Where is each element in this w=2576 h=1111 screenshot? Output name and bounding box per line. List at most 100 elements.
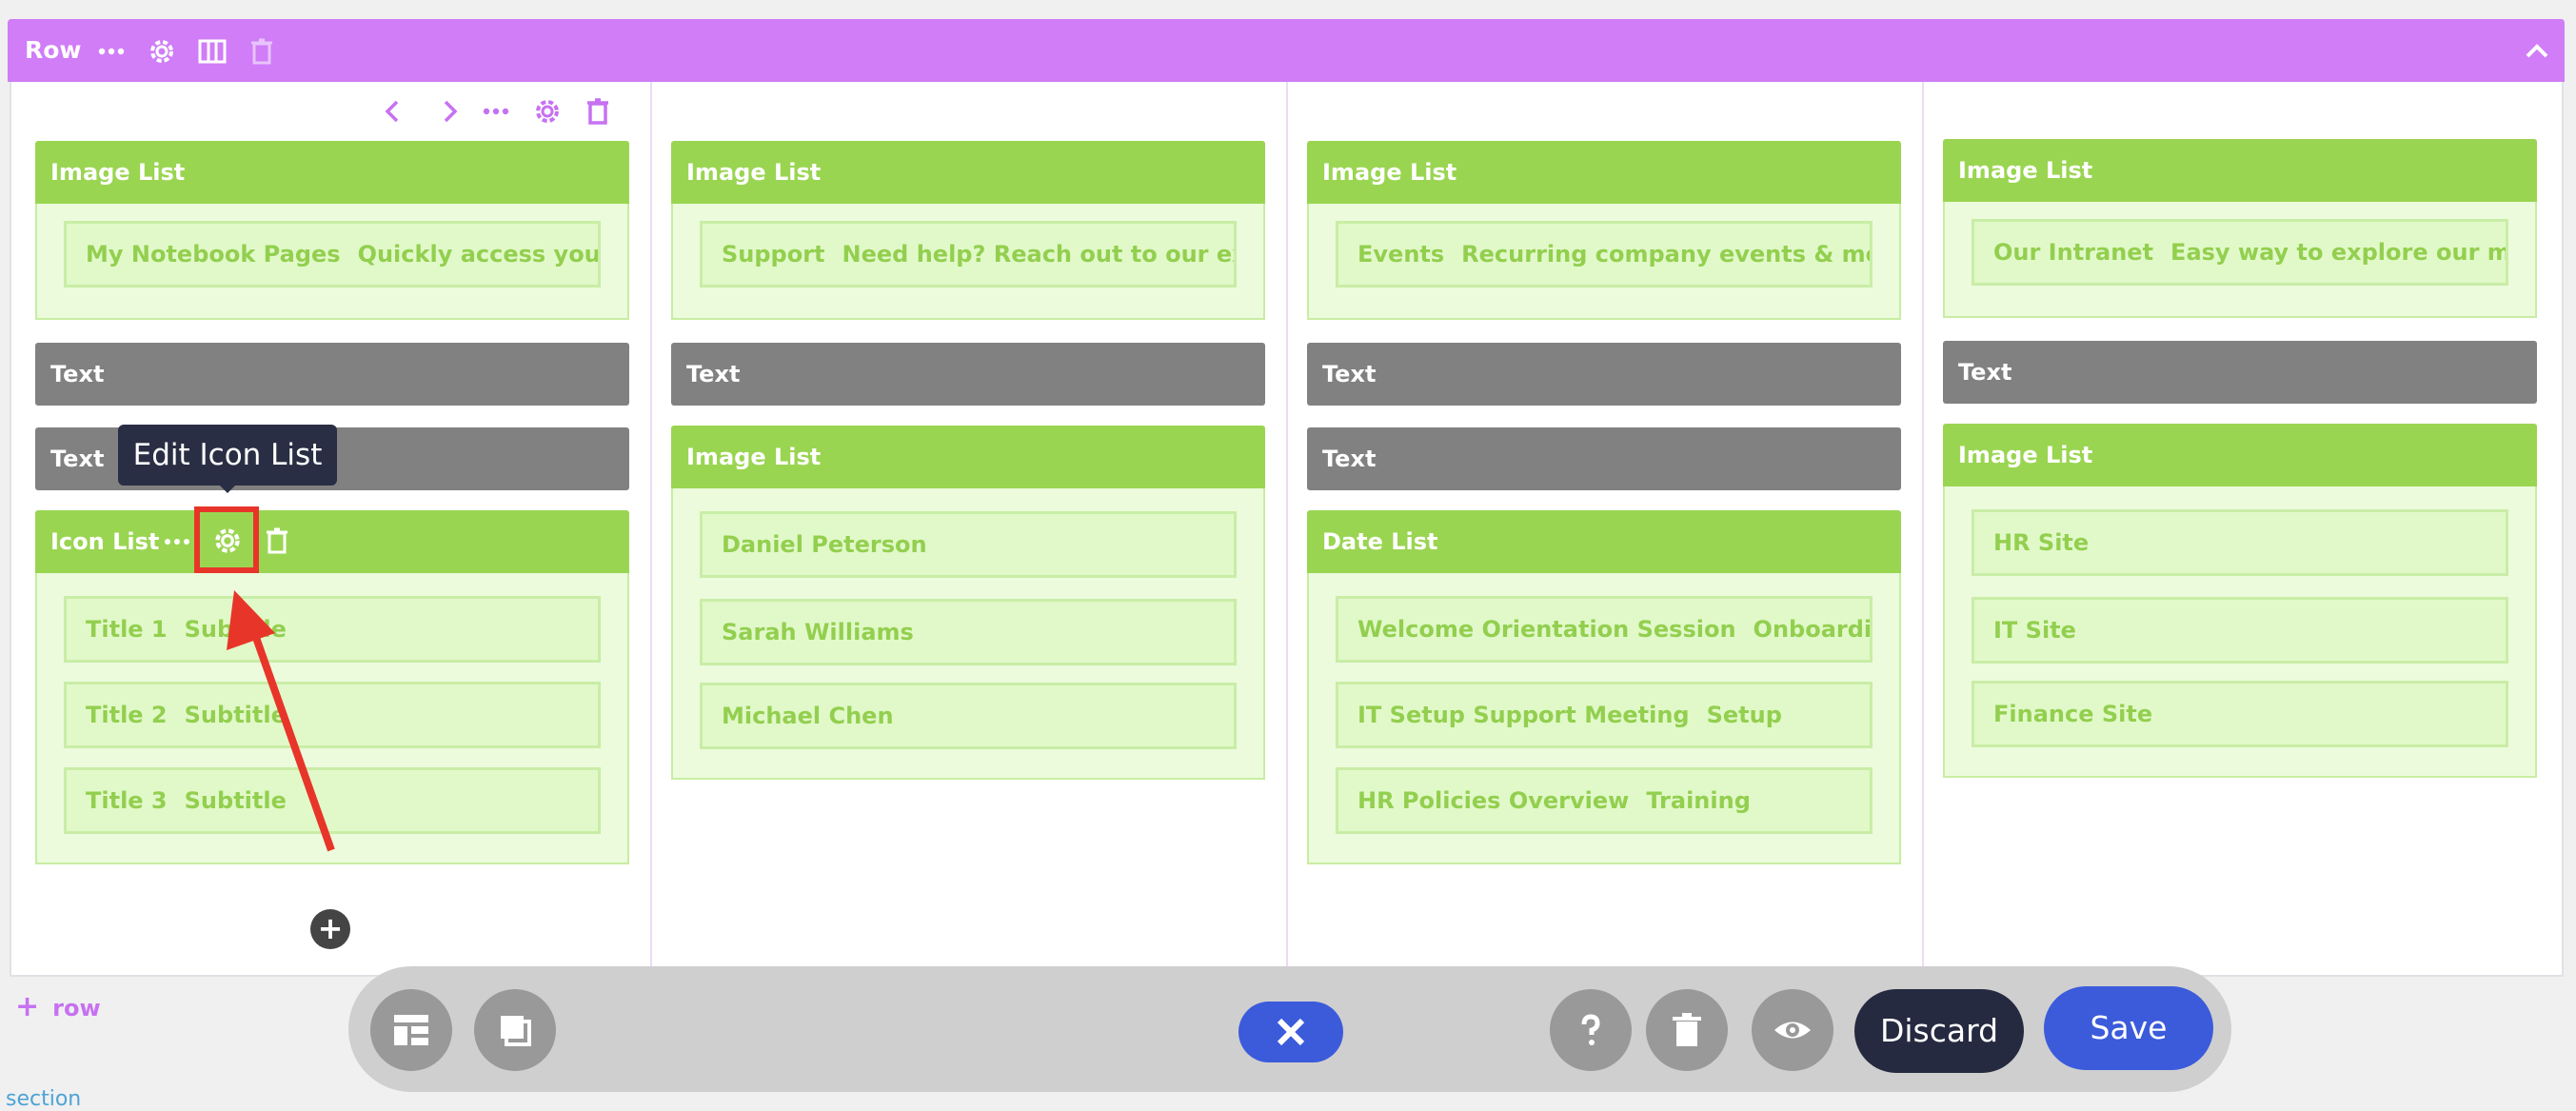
list-item[interactable]: Daniel Peterson	[700, 511, 1237, 578]
list-item[interactable]: HR Policies Overview Training	[1336, 767, 1873, 834]
module-body: Our Intranet Easy way to explore our most…	[1943, 202, 2537, 318]
text-module[interactable]: Text	[1307, 343, 1901, 406]
list-item[interactable]: HR Site	[1972, 509, 2508, 576]
image-list-module[interactable]: Image List Events Recurring company event…	[1307, 141, 1901, 320]
list-item[interactable]: Sarah Williams	[700, 599, 1237, 665]
add-module-button[interactable]: +	[310, 909, 350, 949]
list-item[interactable]: Our Intranet Easy way to explore our most…	[1972, 219, 2508, 286]
list-item[interactable]: Title 1 Subtitle	[64, 596, 601, 663]
chevron-up-icon[interactable]	[2521, 35, 2553, 68]
list-item[interactable]: Events Recurring company events & meeti..…	[1336, 221, 1873, 288]
module-body: Support Need help? Reach out to our exper…	[671, 204, 1265, 320]
list-item[interactable]: IT Site	[1972, 597, 2508, 664]
more-dots-icon[interactable]	[95, 35, 128, 68]
layout-button[interactable]	[370, 989, 452, 1071]
section-link[interactable]: section	[6, 1087, 81, 1111]
row-label: Row	[25, 36, 82, 64]
more-dots-icon[interactable]	[162, 527, 194, 556]
text-module[interactable]: Text	[1307, 427, 1901, 490]
preview-button[interactable]	[1752, 989, 1833, 1071]
close-icon	[1277, 1018, 1305, 1046]
gear-icon[interactable]	[146, 35, 178, 68]
copy-button[interactable]	[474, 989, 556, 1071]
item-subtitle: Training	[1646, 787, 1751, 814]
columns-icon[interactable]	[196, 35, 228, 68]
help-icon	[1581, 1014, 1600, 1045]
module-body: HR Site IT Site Finance Site	[1943, 486, 2537, 778]
module-body: Welcome Orientation Session Onboarding IT…	[1307, 573, 1901, 864]
list-item[interactable]: Title 2 Subtitle	[64, 682, 601, 748]
text-module[interactable]: Text	[1943, 341, 2537, 404]
item-title: Support	[722, 241, 825, 268]
module-title: Icon List	[35, 510, 629, 573]
column-divider	[1286, 82, 1288, 967]
trash-icon[interactable]	[261, 524, 293, 558]
image-list-module[interactable]: Image List My Notebook Pages Quickly acce…	[35, 141, 629, 320]
item-subtitle: Recurring company events & meeti...	[1461, 241, 1870, 268]
more-dots-icon[interactable]	[480, 95, 512, 128]
module-title: Date List	[1307, 510, 1901, 573]
icon-list-module[interactable]: Icon List Title 1 Subtitle Title 2 Subtitl…	[35, 510, 629, 864]
tooltip-caret	[218, 484, 237, 493]
item-subtitle: Need help? Reach out to our exper...	[842, 241, 1234, 268]
module-title: Text	[1307, 343, 1901, 406]
column-divider	[1922, 82, 1924, 967]
list-item[interactable]: Finance Site	[1972, 681, 2508, 747]
plus-icon: +	[15, 990, 40, 1023]
add-row-button[interactable]: + row	[15, 990, 101, 1023]
list-item[interactable]: IT Setup Support Meeting Setup	[1336, 682, 1873, 748]
delete-button[interactable]	[1646, 989, 1728, 1071]
list-item[interactable]: Welcome Orientation Session Onboarding	[1336, 596, 1873, 663]
module-body: Events Recurring company events & meeti..…	[1307, 204, 1901, 320]
module-title: Text	[1943, 341, 2537, 404]
list-item[interactable]: Michael Chen	[700, 683, 1237, 749]
discard-button[interactable]: Discard	[1854, 989, 2024, 1073]
text-module[interactable]: Text	[671, 343, 1265, 406]
date-list-module[interactable]: Date List Welcome Orientation Session Onb…	[1307, 510, 1901, 864]
gear-icon[interactable]	[531, 95, 564, 128]
item-title: Our Intranet	[1993, 239, 2154, 266]
item-title: IT Site	[1993, 617, 2076, 644]
image-list-module[interactable]: Image List Daniel Peterson Sarah William…	[671, 426, 1265, 780]
module-title: Text	[671, 343, 1265, 406]
trash-icon[interactable]	[246, 35, 278, 68]
module-title: Text	[35, 343, 629, 406]
help-button[interactable]	[1550, 989, 1632, 1071]
item-subtitle: Subtitle	[184, 702, 287, 728]
item-title: HR Site	[1993, 529, 2090, 556]
trash-icon	[1673, 1013, 1701, 1046]
chevron-right-icon[interactable]	[433, 95, 466, 128]
module-title: Image List	[671, 426, 1265, 488]
module-title: Image List	[1943, 139, 2537, 202]
chevron-left-icon[interactable]	[377, 95, 409, 128]
module-title: Image List	[1307, 141, 1901, 204]
row-toolbar: Row	[8, 19, 2565, 82]
list-item[interactable]: My Notebook Pages Quickly access your O..…	[64, 221, 601, 288]
item-subtitle: Setup	[1706, 702, 1782, 728]
column-divider	[650, 82, 652, 967]
save-button[interactable]: Save	[2044, 986, 2213, 1070]
item-subtitle: Subtitle	[184, 616, 287, 643]
item-title: Daniel Peterson	[722, 531, 927, 558]
item-subtitle: Quickly access your O...	[357, 241, 601, 268]
edit-icon-list-tooltip: Edit Icon List	[118, 425, 337, 486]
item-subtitle: Onboarding	[1753, 616, 1873, 643]
trash-icon[interactable]	[582, 95, 614, 128]
image-list-module[interactable]: Image List HR Site IT Site Finance Site	[1943, 424, 2537, 778]
item-title: IT Setup Support Meeting	[1357, 702, 1690, 728]
item-subtitle: Easy way to explore our most ...	[2170, 239, 2506, 266]
image-list-module[interactable]: Image List Our Intranet Easy way to explo…	[1943, 139, 2537, 318]
item-subtitle: Subtitle	[184, 787, 287, 814]
text-module[interactable]: Text	[35, 343, 629, 406]
list-item[interactable]: Support Need help? Reach out to our exper…	[700, 221, 1237, 288]
item-title: Events	[1357, 241, 1445, 268]
module-body: Title 1 Subtitle Title 2 Subtitle Title 3 S…	[35, 573, 629, 864]
layout-icon	[394, 1015, 428, 1045]
item-title: HR Policies Overview	[1357, 787, 1630, 814]
image-list-module[interactable]: Image List Support Need help? Reach out t…	[671, 141, 1265, 320]
module-body: Daniel Peterson Sarah Williams Michael C…	[671, 488, 1265, 780]
close-button[interactable]	[1238, 1002, 1343, 1062]
list-item[interactable]: Title 3 Subtitle	[64, 767, 601, 834]
item-title: Title 3	[86, 787, 168, 814]
item-title: My Notebook Pages	[86, 241, 341, 268]
